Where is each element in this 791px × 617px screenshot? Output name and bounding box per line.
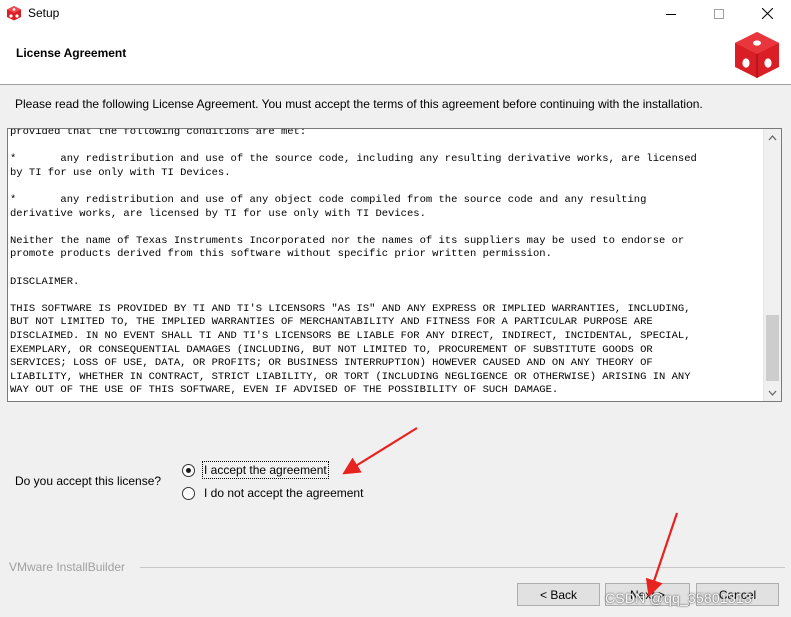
- decline-label[interactable]: I do not accept the agreement: [203, 485, 364, 501]
- maximize-icon: [714, 8, 724, 19]
- annotation-arrow-accept: [342, 427, 418, 475]
- minimize-button[interactable]: [648, 0, 694, 27]
- title-bar: Setup: [0, 0, 791, 28]
- maximize-button[interactable]: [696, 0, 742, 27]
- window-title: Setup: [28, 6, 60, 20]
- license-line: promote products derived from this softw…: [10, 248, 552, 261]
- accept-question-label: Do you accept this license?: [15, 474, 162, 488]
- accept-label[interactable]: I accept the agreement: [202, 461, 329, 479]
- watermark: CSDN @qq_35801313: [605, 590, 752, 606]
- license-line: LIABILITY, WHETHER IN CONTRACT, STRICT L…: [10, 370, 691, 383]
- annotation-arrow-next: [645, 512, 679, 598]
- chevron-down-icon: [768, 390, 777, 396]
- license-line: THIS SOFTWARE IS PROVIDED BY TI AND TI'S…: [10, 302, 691, 315]
- license-line: DISCLAIMED. IN NO EVENT SHALL TI AND TI'…: [10, 329, 691, 342]
- back-button[interactable]: < Back: [517, 583, 600, 606]
- close-icon: [761, 8, 773, 19]
- license-scrollbar[interactable]: [763, 129, 781, 401]
- brand-divider: [140, 567, 785, 568]
- license-line: WAY OUT OF THE USE OF THIS SOFTWARE, EVE…: [10, 384, 559, 397]
- app-icon: [7, 6, 21, 21]
- accept-radio[interactable]: [182, 463, 195, 477]
- scroll-up-arrow[interactable]: [764, 129, 781, 146]
- license-line: BUT NOT LIMITED TO, THE IMPLIED WARRANTI…: [10, 316, 653, 329]
- close-button[interactable]: [744, 0, 790, 27]
- scroll-thumb[interactable]: [766, 315, 779, 381]
- license-line: * any redistribution and use of any obje…: [10, 193, 647, 206]
- installer-box-logo: [735, 32, 779, 78]
- header-band: License Agreement: [0, 27, 791, 85]
- license-line: * any redistribution and use of the sour…: [10, 153, 697, 166]
- license-line: Neither the name of Texas Instruments In…: [10, 234, 685, 247]
- license-line: provided that the following conditions a…: [10, 128, 307, 138]
- license-line: by TI for use only with TI Devices.: [10, 166, 231, 179]
- instruction-text: Please read the following License Agreem…: [15, 97, 703, 111]
- accept-option[interactable]: I accept the agreement: [182, 461, 329, 479]
- license-line: derivative works, are licensed by TI for…: [10, 207, 426, 220]
- page-title: License Agreement: [16, 46, 127, 60]
- license-line: SERVICES; LOSS OF USE, DATA, OR PROFITS;…: [10, 357, 653, 370]
- minimize-icon: [666, 13, 676, 15]
- chevron-up-icon: [768, 134, 777, 140]
- license-line: EXEMPLARY, OR CONSEQUENTIAL DAMAGES (INC…: [10, 343, 653, 356]
- license-line: DISCLAIMER.: [10, 275, 80, 288]
- license-text: provided that the following conditions a…: [10, 128, 764, 398]
- decline-option[interactable]: I do not accept the agreement: [182, 485, 364, 501]
- brand-label: VMware InstallBuilder: [9, 560, 126, 574]
- decline-radio[interactable]: [182, 486, 195, 500]
- scroll-down-arrow[interactable]: [764, 384, 781, 401]
- license-text-area[interactable]: provided that the following conditions a…: [7, 128, 782, 402]
